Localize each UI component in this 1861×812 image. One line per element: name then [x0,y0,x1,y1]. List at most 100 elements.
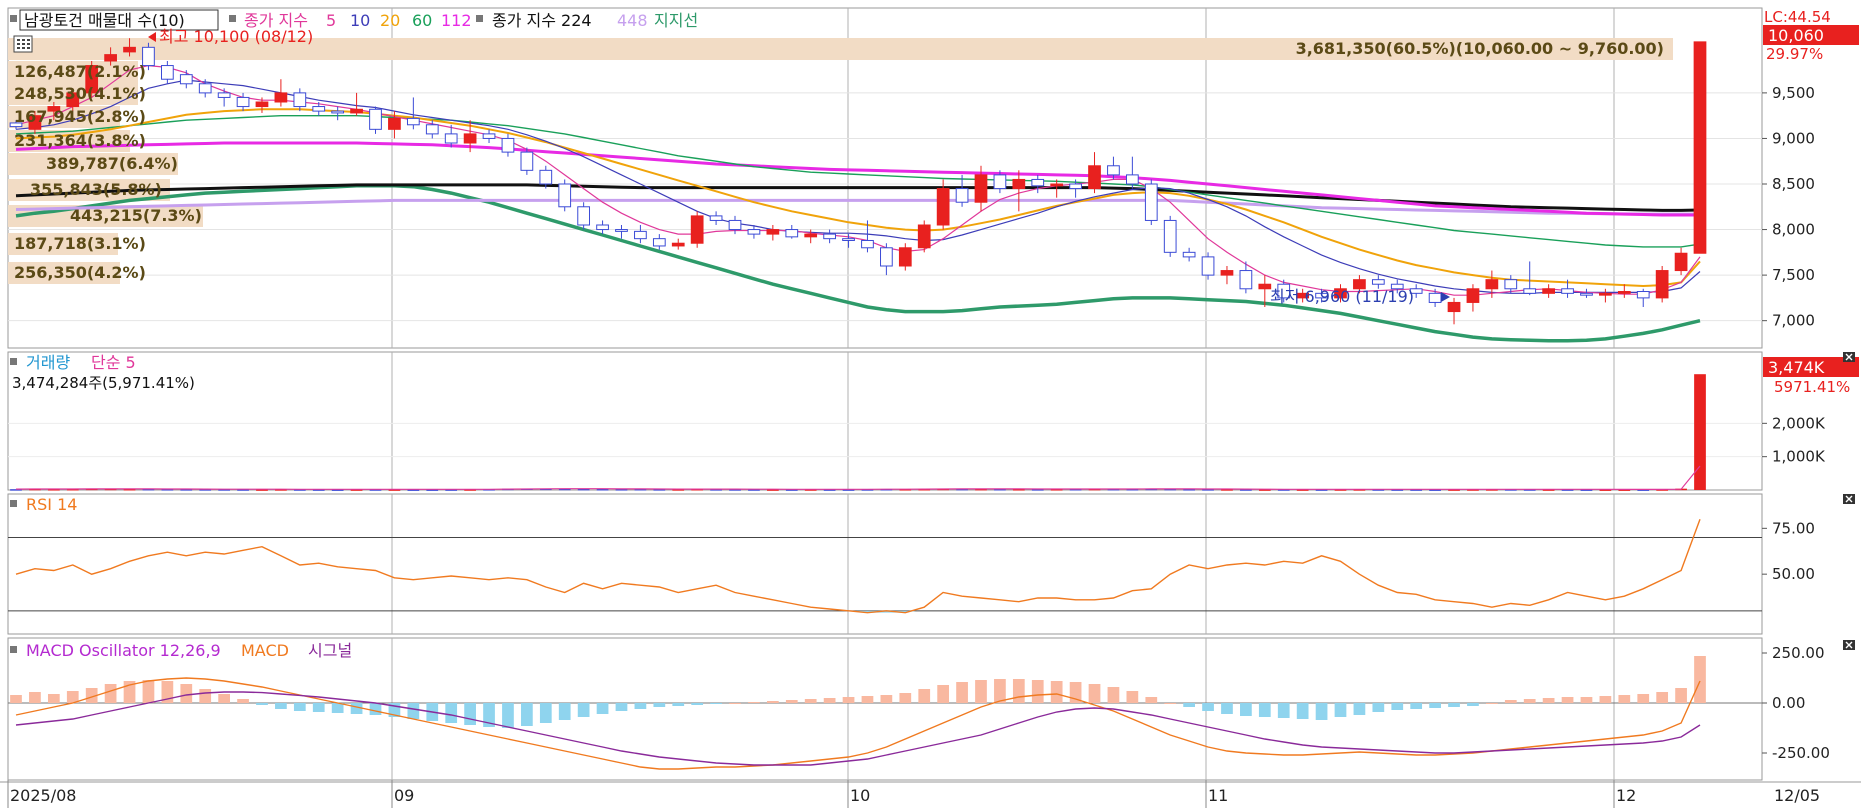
price-tick-label: 7,500 [1772,266,1815,284]
macd-osc-bar [256,703,268,705]
last-price: 10,060 [1768,26,1824,45]
chart-canvas: 9,5009,0008,5008,0007,5007,000남광토건 매물대 수… [0,0,1861,812]
macd-tick-label: 250.00 [1772,644,1825,662]
macd-osc-bar [956,682,968,703]
ma-legend-period: 112 [441,11,472,30]
legend-marker [10,358,17,365]
macd-osc-bar [672,703,685,706]
macd-osc-bar [464,703,476,725]
macd-osc-bar [1164,703,1177,704]
macd-osc-bar [710,703,722,704]
macd-osc-bar [1031,680,1044,703]
macd-osc-bar [47,694,60,703]
macd-osc-bar [1296,703,1309,719]
macd-osc-bar [899,693,912,703]
macd-osc-bar [1694,656,1706,703]
macd-osc-bar [918,689,931,703]
grid-icon-cell [17,39,20,41]
macd-osc-bar [1353,703,1366,715]
ma-legend-period: 5 [326,11,336,30]
legend-marker [10,646,17,653]
chart-window: 9,500 9,000 8,500 8,000 7,500 7,000 남광토건 매물대 수… [0,0,1861,812]
macd-osc-bar [653,703,666,707]
macd-osc-bar [880,695,893,703]
macd-osc-bar [615,703,628,711]
macd-tick-label: 0.00 [1772,694,1805,712]
macd-osc-bar [1561,697,1574,703]
macd-osc-bar [1183,703,1195,707]
candle [690,211,704,248]
macd-osc-bar [218,694,231,703]
macd-osc-bar [1467,703,1479,706]
high-note: 최고 10,100 (08/12) [159,27,313,46]
macd-osc-bar [237,699,249,703]
signal-legend: 시그널 [308,641,352,660]
volume-profile-label: 389,787(6.4%) [46,154,178,173]
macd-osc-bar [1107,687,1120,703]
macd-osc-bar [1277,703,1290,718]
volume-profile-label: 443,215(7.3%) [70,206,202,225]
ma448-legend: 448 [617,11,648,30]
x-axis-label: 11 [1208,786,1228,805]
macd-osc-bar [1258,703,1271,717]
low-note: 최저 6,960 (11/19) [1270,287,1414,306]
macd-osc-bar [634,703,647,709]
macd-osc-bar [1088,684,1101,703]
macd-osc-bar [445,703,458,723]
price-tick-label: 7,000 [1772,312,1815,330]
volume-tick-label: 1,000K [1772,448,1826,466]
x-axis-label: 12 [1616,786,1636,805]
price-tick-label: 9,000 [1772,129,1815,147]
macd-osc-bar [1334,703,1347,717]
macd-osc-bar [937,685,950,703]
macd-osc-bar [293,703,306,711]
rsi-tick-label: 50.00 [1772,565,1815,583]
macd-osc-bar [823,698,836,703]
grid-icon-cell [27,43,30,45]
macd-tick-label: -250.00 [1772,744,1830,762]
macd-osc-bar [1391,703,1404,710]
volume-profile-label: 355,843(5.8%) [30,180,162,199]
macd-osc-bar [1656,692,1669,703]
macd-osc-bar [558,703,571,720]
volume-legend: 거래량 [26,353,70,372]
macd-osc-bar [1202,703,1214,711]
macd-osc-bar [691,703,704,705]
macd-osc-legend: MACD Oscillator 12,26,9 [26,641,221,660]
ma224-legend: 종가 지수 224 [492,11,592,30]
rsi-legend: RSI 14 [26,495,77,514]
macd-osc-bar [142,680,155,703]
candle [1693,41,1707,254]
macd-osc-bar [539,703,552,723]
volume-profile-label: 167,945(2.8%) [14,107,146,126]
volume-profile-label: 3,681,350(60.5%)(10,060.00 ~ 9,760.00) [1295,39,1664,58]
macd-osc-bar [596,703,609,714]
legend-marker [10,500,17,507]
legend-marker [476,15,483,22]
macd-osc-bar [766,701,779,703]
macd-osc-bar [785,700,798,703]
macd-legend: MACD [241,641,289,660]
macd-osc-bar [1410,703,1423,709]
volume-profile-label: 126,487(2.1%) [14,62,146,81]
candle [1201,252,1215,280]
candle [520,147,534,175]
macd-osc-bar [104,684,117,703]
volume-profile-label: 187,718(3.1%) [14,234,146,253]
macd-osc-bar [312,703,325,712]
macd-osc-bar [1315,703,1328,720]
support-legend: 지지선 [654,11,698,30]
macd-osc-bar [1618,695,1631,703]
macd-osc-bar [1580,697,1593,703]
macd-osc-bar [199,689,212,703]
legend-marker [10,15,17,22]
candle [1655,266,1669,303]
grid-icon-cell [27,39,30,41]
macd-osc-bar [1145,697,1158,703]
macd-osc-bar [29,692,41,703]
grid-icon-cell [22,47,25,49]
macd-osc-bar [1523,699,1536,703]
macd-osc-bar [1221,703,1233,714]
x-axis-label: 10 [850,786,870,805]
grid-icon-cell [22,39,25,41]
